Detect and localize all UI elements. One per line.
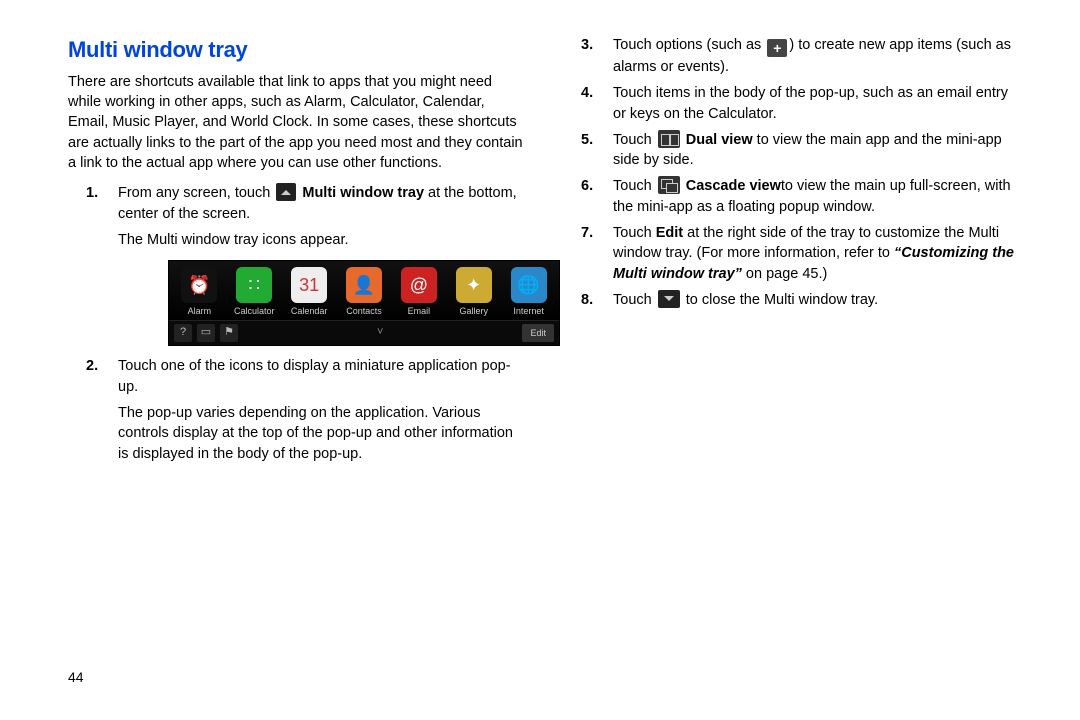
- right-column: 3. Touch options (such as +) to create n…: [563, 35, 1018, 470]
- tray-app-icon: ∷: [236, 267, 272, 303]
- step-5: 5. Touch Dual view to view the main app …: [563, 130, 1018, 171]
- help-icon[interactable]: ?: [174, 324, 192, 342]
- tray-app-internet[interactable]: 🌐 Internet: [502, 267, 555, 318]
- tray-app-label: Contacts: [338, 305, 391, 318]
- tray-app-label: Internet: [502, 305, 555, 318]
- step-3: 3. Touch options (such as +) to create n…: [563, 35, 1018, 77]
- step-text: Touch: [613, 132, 656, 148]
- tray-bottom-bar: ? ▭ ⚑ ˅ Edit: [169, 320, 559, 346]
- step-2: 2. Touch one of the icons to display a m…: [68, 356, 523, 463]
- tray-app-icon: @: [401, 267, 437, 303]
- step-bold: Multi window tray: [298, 185, 424, 201]
- step-text: Touch: [613, 178, 656, 194]
- step-number: 3.: [581, 35, 593, 55]
- tray-figure: ⏰ Alarm ∷ Calculator 31 Calendar 👤 Contacts @ Ema…: [168, 260, 560, 346]
- section-title: Multi window tray: [68, 35, 523, 66]
- step-4: 4. Touch items in the body of the pop-up…: [563, 83, 1018, 124]
- tray-app-icon: 👤: [346, 267, 382, 303]
- chevron-down-icon: [658, 290, 680, 308]
- step-text: Touch: [613, 225, 656, 241]
- tray-edit-button[interactable]: Edit: [522, 324, 554, 343]
- tray-chevron-down-icon[interactable]: ˅: [238, 325, 522, 340]
- tray-app-icon: ✦: [456, 267, 492, 303]
- plus-icon: +: [767, 39, 787, 57]
- tray-app-label: Gallery: [447, 305, 500, 318]
- step-text: Touch options (such as: [613, 37, 765, 53]
- dual-view-icon: [658, 130, 680, 148]
- step-number: 5.: [581, 130, 593, 150]
- step-sub: The pop-up varies depending on the appli…: [118, 403, 523, 464]
- tray-app-label: Alarm: [173, 305, 226, 318]
- chevron-up-icon: [276, 183, 296, 201]
- step-number: 6.: [581, 176, 593, 196]
- step-sub: The Multi window tray icons appear.: [118, 230, 523, 250]
- tray-app-alarm[interactable]: ⏰ Alarm: [173, 267, 226, 318]
- step-bold: Dual view: [682, 132, 753, 148]
- step-text: on page 45.): [742, 266, 827, 282]
- step-8: 8. Touch to close the Multi window tray.: [563, 290, 1018, 310]
- step-text: Touch items in the body of the pop-up, s…: [613, 85, 1008, 121]
- step-list-right: 3. Touch options (such as +) to create n…: [563, 35, 1018, 310]
- step-number: 8.: [581, 290, 593, 310]
- tray-app-label: Email: [392, 305, 445, 318]
- tray-app-calculator[interactable]: ∷ Calculator: [228, 267, 281, 318]
- pin-icon[interactable]: ⚑: [220, 324, 238, 342]
- step-6: 6. Touch Cascade viewto view the main up…: [563, 176, 1018, 217]
- step-number: 1.: [86, 183, 98, 203]
- step-number: 2.: [86, 356, 98, 376]
- tray-app-calendar[interactable]: 31 Calendar: [283, 267, 336, 318]
- intro-paragraph: There are shortcuts available that link …: [68, 72, 523, 173]
- step-text: Touch: [613, 292, 656, 308]
- step-text: Touch one of the icons to display a mini…: [118, 358, 511, 394]
- tray-app-icon: 31: [291, 267, 327, 303]
- tray-app-label: Calendar: [283, 305, 336, 318]
- step-text: to close the Multi window tray.: [682, 292, 878, 308]
- step-1: 1. From any screen, touch Multi window t…: [68, 183, 523, 346]
- tray-app-contacts[interactable]: 👤 Contacts: [338, 267, 391, 318]
- tray-app-icon: 🌐: [511, 267, 547, 303]
- left-column: Multi window tray There are shortcuts av…: [68, 35, 523, 470]
- cascade-view-icon: [658, 176, 680, 194]
- tray-app-email[interactable]: @ Email: [392, 267, 445, 318]
- step-number: 4.: [581, 83, 593, 103]
- page-number: 44: [68, 668, 84, 688]
- tray-app-icon: ⏰: [181, 267, 217, 303]
- tray-app-gallery[interactable]: ✦ Gallery: [447, 267, 500, 318]
- window-icon[interactable]: ▭: [197, 324, 215, 342]
- step-bold: Cascade view: [682, 178, 781, 194]
- step-bold: Edit: [656, 225, 683, 241]
- step-number: 7.: [581, 223, 593, 243]
- step-text: From any screen, touch: [118, 185, 274, 201]
- step-list-left: 1. From any screen, touch Multi window t…: [68, 183, 523, 464]
- tray-app-label: Calculator: [228, 305, 281, 318]
- step-7: 7. Touch Edit at the right side of the t…: [563, 223, 1018, 284]
